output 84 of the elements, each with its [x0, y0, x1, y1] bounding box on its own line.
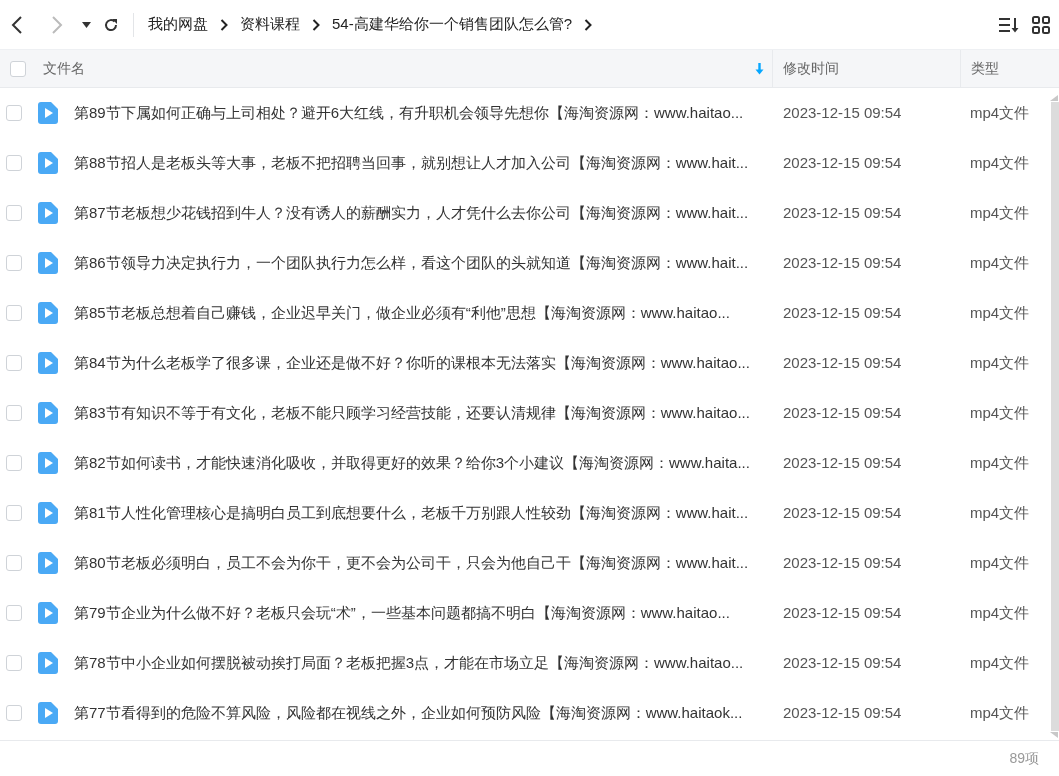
checkbox[interactable]	[6, 355, 22, 371]
refresh-icon[interactable]	[103, 16, 119, 33]
scroll-up-arrow-icon[interactable]	[1049, 94, 1059, 102]
file-type: mp4文件	[969, 552, 1030, 573]
back-icon[interactable]	[10, 14, 24, 35]
modified-time: 2023-12-15 09:54	[782, 252, 903, 273]
chevron-icon	[312, 18, 320, 31]
checkbox[interactable]	[6, 605, 22, 621]
file-type: mp4文件	[969, 252, 1030, 273]
sort-arrow-icon[interactable]	[755, 62, 764, 75]
video-file-icon	[38, 302, 58, 324]
checkbox[interactable]	[6, 105, 22, 121]
file-name[interactable]: 第88节招人是老板头等大事，老板不把招聘当回事，就别想让人才加入公司【海淘资源网：www.hait...	[74, 151, 749, 175]
modified-time: 2023-12-15 09:54	[782, 452, 903, 473]
chevron-icon	[220, 18, 228, 31]
column-header[interactable]: 修改时间	[783, 58, 839, 79]
video-file-icon	[38, 652, 58, 674]
modified-time: 2023-12-15 09:54	[782, 152, 903, 173]
checkbox[interactable]	[6, 405, 22, 421]
video-file-icon	[38, 102, 58, 124]
file-type: mp4文件	[969, 402, 1030, 423]
video-file-icon	[38, 502, 58, 524]
file-name[interactable]: 第84节为什么老板学了很多课，企业还是做不好？你听的课根本无法落实【海淘资源网：www.haitao...	[74, 351, 750, 375]
video-file-icon	[38, 452, 58, 474]
breadcrumb-link[interactable]: 资料课程	[240, 13, 300, 36]
file-name[interactable]: 第78节中小企业如何摆脱被动挨打局面？老板把握3点，才能在市场立足【海淘资源网：www.haitao...	[74, 651, 744, 675]
checkbox[interactable]	[6, 655, 22, 671]
video-file-icon	[38, 702, 58, 724]
checkbox[interactable]	[6, 705, 22, 721]
file-name[interactable]: 第87节老板想少花钱招到牛人？没有诱人的薪酬实力，人才凭什么去你公司【海淘资源网：www.hait...	[74, 201, 749, 225]
file-name[interactable]: 第82节如何读书，才能快速消化吸收，并取得更好的效果？给你3个小建议【海淘资源网：www.haita...	[74, 451, 750, 475]
item-count: 89项	[1009, 749, 1039, 768]
checkbox[interactable]	[6, 455, 22, 471]
breadcrumb-link[interactable]: 54-高建华给你一个销售团队怎么管?	[332, 13, 573, 36]
modified-time: 2023-12-15 09:54	[782, 602, 903, 623]
modified-time: 2023-12-15 09:54	[782, 302, 903, 323]
file-name[interactable]: 第80节老板必须明白，员工不会为你干，更不会为公司干，只会为他自己干【海淘资源网：www.hait...	[74, 551, 749, 575]
modified-time: 2023-12-15 09:54	[782, 652, 903, 673]
column-header[interactable]: 文件名	[43, 58, 85, 79]
video-file-icon	[38, 152, 58, 174]
modified-time: 2023-12-15 09:54	[782, 202, 903, 223]
column-header[interactable]: 类型	[971, 58, 999, 79]
file-type: mp4文件	[969, 352, 1030, 373]
modified-time: 2023-12-15 09:54	[782, 402, 903, 423]
modified-time: 2023-12-15 09:54	[782, 552, 903, 573]
video-file-icon	[38, 202, 58, 224]
forward-icon[interactable]	[50, 14, 64, 35]
select-all-checkbox[interactable]	[10, 60, 26, 77]
video-file-icon	[38, 602, 58, 624]
checkbox[interactable]	[6, 155, 22, 171]
file-type: mp4文件	[969, 452, 1030, 473]
file-type: mp4文件	[969, 102, 1030, 123]
file-name[interactable]: 第89节下属如何正确与上司相处？避开6大红线，有升职机会领导先想你【海淘资源网：www.haitao...	[74, 101, 744, 125]
file-name[interactable]: 第83节有知识不等于有文化，老板不能只顾学习经营技能，还要认清规律【海淘资源网：www.haitao...	[74, 401, 750, 425]
file-name[interactable]: 第77节看得到的危险不算风险，风险都在视线之外，企业如何预防风险【海淘资源网：www.haitaok...	[74, 701, 743, 725]
chevron-icon	[584, 18, 593, 31]
file-type: mp4文件	[969, 302, 1030, 323]
modified-time: 2023-12-15 09:54	[782, 502, 903, 523]
modified-time: 2023-12-15 09:54	[782, 102, 903, 123]
video-file-icon	[38, 252, 58, 274]
file-type: mp4文件	[969, 702, 1030, 723]
file-type: mp4文件	[969, 602, 1030, 623]
modified-time: 2023-12-15 09:54	[782, 702, 903, 723]
video-file-icon	[38, 552, 58, 574]
file-type: mp4文件	[969, 202, 1030, 223]
dropdown-caret-icon[interactable]	[81, 21, 91, 28]
video-file-icon	[38, 402, 58, 424]
file-name[interactable]: 第81节人性化管理核心是搞明白员工到底想要什么，老板千万别跟人性较劲【海淘资源网：www.hait...	[74, 501, 749, 525]
file-type: mp4文件	[969, 152, 1030, 173]
file-name[interactable]: 第86节领导力决定执行力，一个团队执行力怎么样，看这个团队的头就知道【海淘资源网：www.hait...	[74, 251, 749, 275]
file-name[interactable]: 第85节老板总想着自己赚钱，企业迟早关门，做企业必须有“利他”思想【海淘资源网：www.haitao...	[74, 301, 730, 325]
checkbox[interactable]	[6, 255, 22, 271]
checkbox[interactable]	[6, 305, 22, 321]
breadcrumb-link[interactable]: 我的网盘	[148, 13, 208, 36]
file-type: mp4文件	[969, 502, 1030, 523]
checkbox[interactable]	[6, 205, 22, 221]
modified-time: 2023-12-15 09:54	[782, 352, 903, 373]
scrollbar-thumb[interactable]	[1051, 102, 1059, 731]
checkbox[interactable]	[6, 555, 22, 571]
file-name[interactable]: 第79节企业为什么做不好？老板只会玩“术”，一些基本问题都搞不明白【海淘资源网：www.haitao...	[74, 601, 730, 625]
checkbox[interactable]	[6, 505, 22, 521]
file-type: mp4文件	[969, 652, 1030, 673]
scroll-down-arrow-icon[interactable]	[1049, 731, 1059, 739]
video-file-icon	[38, 352, 58, 374]
